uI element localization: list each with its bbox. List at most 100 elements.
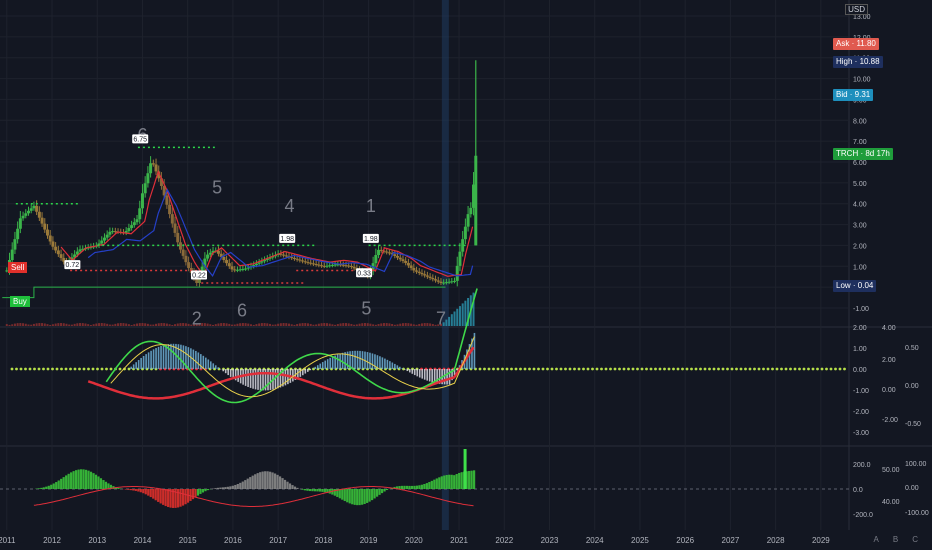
osc-tick-right: 40.00 (882, 499, 900, 506)
macd-zero-dot (15, 367, 18, 371)
volume-bar (38, 323, 41, 326)
macd-zero-dot (82, 367, 86, 371)
volume-bar (125, 323, 128, 326)
volume-bar (54, 323, 57, 326)
macd-zero-dot (748, 367, 752, 371)
macd-zero-dot (703, 367, 707, 371)
macd-histogram-bar (416, 369, 419, 377)
candle-body (187, 262, 191, 268)
x-tick-label: 2016 (224, 536, 242, 545)
volume-bar (22, 323, 25, 326)
macd-tick-left: 2.00 (853, 325, 867, 332)
macd-histogram-bar (304, 369, 307, 374)
volume-bar (133, 324, 136, 326)
osc-histogram-bar (254, 474, 257, 489)
macd-zero-dot (834, 367, 837, 371)
osc-histogram-bar (343, 489, 346, 502)
osc-histogram-bar (129, 489, 132, 491)
volume-bar (312, 324, 315, 326)
volume-bar (269, 323, 272, 326)
volume-bar (136, 323, 139, 326)
oscillator-pane[interactable] (0, 449, 849, 508)
macd-histogram-bar (413, 369, 416, 376)
macd-zero-dot (618, 367, 621, 371)
osc-histogram-bar (383, 489, 386, 492)
candle-body (165, 195, 169, 205)
macd-pane[interactable] (10, 288, 846, 404)
volume-bar (95, 323, 98, 326)
icon-c[interactable]: C (912, 535, 918, 544)
icon-a[interactable]: A (874, 535, 879, 544)
macd-histogram-bar (202, 355, 205, 369)
volume-bar (325, 323, 328, 326)
volume-bar (89, 324, 92, 326)
candle-body (301, 260, 305, 262)
price-tick-label: 10.00 (853, 77, 871, 84)
osc-tick-left: 0.0 (853, 487, 863, 494)
badge-separator: · (847, 90, 855, 99)
high-price-badge[interactable]: High · 10.88 (833, 56, 883, 68)
volume-bar (266, 323, 269, 326)
candle-body (458, 251, 462, 266)
volume-bar (317, 323, 320, 326)
macd-zero-dot (483, 367, 486, 371)
macd-zero-dot (667, 367, 671, 371)
volume-bar (369, 323, 372, 326)
symbol-price-badge[interactable]: TRCH · 8d 17h (833, 148, 893, 160)
macd-zero-dot (87, 367, 90, 371)
price-flag-text: 1.98 (280, 236, 294, 243)
volume-bar (388, 323, 391, 326)
candle-body (295, 258, 299, 260)
trading-chart[interactable]: 13.0012.0011.0010.009.008.007.006.005.00… (0, 0, 932, 550)
macd-histogram-bar (132, 364, 135, 369)
candle-body (21, 215, 25, 219)
macd-zero-dot (24, 367, 27, 371)
osc-tick-left: 200.0 (853, 462, 871, 469)
volume-bar (8, 324, 11, 326)
ask-price-badge[interactable]: Ask · 11.80 (833, 38, 879, 50)
volume-bar (344, 323, 347, 326)
bid-price-badge[interactable]: Bid · 9.31 (833, 89, 874, 101)
wave-count-label: 5 (361, 298, 371, 318)
macd-histogram-bar (142, 355, 145, 369)
x-tick-label: 2021 (450, 536, 468, 545)
volume-bar (315, 324, 318, 326)
macd-histogram-bar (446, 369, 448, 385)
candle-body (409, 265, 413, 268)
x-tick-label: 2023 (541, 536, 559, 545)
macd-zero-dot (37, 367, 41, 371)
volume-bar (391, 323, 394, 326)
volume-bar (209, 324, 212, 326)
osc-histogram-bar (94, 474, 98, 489)
candle-body (320, 265, 324, 267)
volume-bar (49, 324, 52, 326)
osc-histogram-bar (99, 478, 103, 489)
low-badge-label: Low (836, 281, 851, 290)
volume-bar (399, 323, 402, 326)
low-price-badge[interactable]: Low · 0.04 (833, 280, 877, 292)
candle-body (303, 261, 307, 263)
osc-histogram-bar (430, 480, 433, 489)
wave-count-label: 4 (284, 196, 294, 216)
macd-zero-dot (744, 367, 747, 371)
macd-zero-dot (613, 367, 617, 371)
macd-zero-dot (577, 367, 581, 371)
osc-histogram-bar (453, 475, 456, 489)
osc-histogram-bar (306, 489, 309, 491)
macd-zero-dot (622, 367, 626, 371)
candle-body (298, 259, 302, 261)
volume-bar (35, 323, 38, 326)
buy-signal[interactable]: Buy (10, 296, 30, 307)
macd-histogram-bar (359, 350, 361, 369)
volume-bar (358, 323, 361, 326)
osc-histogram-bar (231, 485, 234, 489)
macd-histogram-bar (145, 354, 147, 369)
volume-bar (76, 323, 79, 326)
macd-histogram-bar (426, 369, 428, 381)
volume-bar (385, 323, 388, 326)
macd-histogram-bar (292, 369, 294, 382)
sell-signal[interactable]: Sell (8, 262, 28, 273)
time-axis[interactable]: 2011 2012 2013 2014 2015 2016 2017 2018 2019 2020… (0, 536, 830, 545)
icon-b[interactable]: B (893, 535, 898, 544)
candle-body (246, 267, 250, 269)
